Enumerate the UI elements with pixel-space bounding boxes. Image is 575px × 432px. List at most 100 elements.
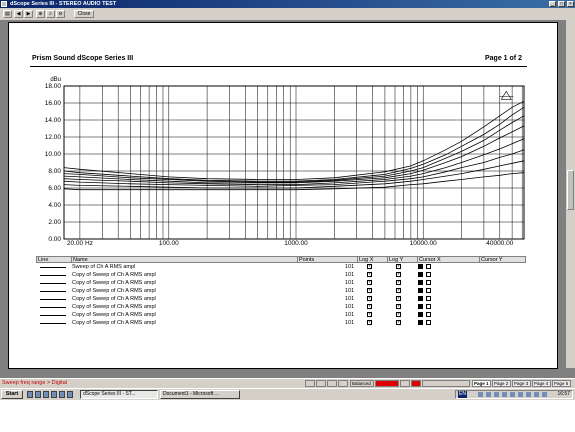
log-y-checkbox[interactable]: ✓ [396,320,401,325]
legend-trace-name: Copy of Sweep of Ch A RMS ampl [72,272,156,278]
log-y-checkbox[interactable]: ✓ [396,296,401,301]
x-tick-label: 10000.00 [410,240,437,247]
cursor-y-checkbox[interactable] [426,320,431,325]
log-y-checkbox[interactable]: ✓ [396,264,401,269]
page-tab[interactable]: Page 3 [512,380,531,387]
tray-icon-6[interactable] [518,392,523,397]
quicklaunch-ie-icon[interactable] [27,391,33,398]
tray-icon-4[interactable] [502,392,507,397]
legend-row[interactable]: Copy of Sweep of Ch A RMS ampl 101 ✓ ✓ [36,319,526,327]
legend-row[interactable]: Copy of Sweep of Ch A RMS ampl 101 ✓ ✓ [36,311,526,319]
log-y-checkbox[interactable]: ✓ [396,272,401,277]
status-indicator-3 [327,380,337,387]
legend-points-value: 101 [345,296,355,302]
taskbar-word-document[interactable]: Document1 - Microsoft ... [160,390,240,399]
cursor-x-checkbox[interactable] [418,296,423,301]
log-x-checkbox[interactable]: ✓ [367,288,372,293]
log-y-checkbox[interactable]: ✓ [396,304,401,309]
legend-trace-name: Copy of Sweep of Ch A RMS ampl [72,304,156,310]
page-tab[interactable]: Page 2 [492,380,511,387]
legend-points-value: 101 [345,320,355,326]
cursor-x-checkbox[interactable] [418,280,423,285]
cursor-x-checkbox[interactable] [418,272,423,277]
tray-icon-3[interactable] [494,392,499,397]
cursor-x-checkbox[interactable] [418,312,423,317]
quicklaunch-outlook-icon[interactable] [35,391,41,398]
log-x-checkbox[interactable]: ✓ [367,296,372,301]
legend-row[interactable]: Copy of Sweep of Ch A RMS ampl 101 ✓ ✓ [36,279,526,287]
legend-row[interactable]: Sweep of Ch A RMS ampl 101 ✓ ✓ [36,263,526,271]
cursor-y-checkbox[interactable] [426,296,431,301]
x-tick-label: 1000.00 [284,240,308,247]
y-axis-label: dBu [50,77,61,83]
y-tick-label: 6.00 [48,185,61,192]
legend-line-sample [40,283,66,284]
status-indicator-2 [316,380,326,387]
x-tick-label: 40000.00 [486,240,513,247]
legend-row[interactable]: Copy of Sweep of Ch A RMS ampl 101 ✓ ✓ [36,287,526,295]
legend-header: Line Name Points Log X Log Y Cursor X Cursor Y [36,256,526,263]
legend-trace-name: Copy of Sweep of Ch A RMS ampl [72,296,156,302]
legend-row[interactable]: Copy of Sweep of Ch A RMS ampl 101 ✓ ✓ [36,271,526,279]
page-tab[interactable]: Page 4 [532,380,551,387]
log-x-checkbox[interactable]: ✓ [367,320,372,325]
status-indicator-6 [411,380,421,387]
tray-icon-5[interactable] [510,392,515,397]
cursor-y-checkbox[interactable] [426,312,431,317]
tray-icon-8[interactable] [534,392,539,397]
log-x-checkbox[interactable]: ✓ [367,280,372,285]
legend-points-value: 101 [345,312,355,318]
status-indicator-1 [305,380,315,387]
tray-icon-1[interactable] [478,392,483,397]
quicklaunch-media-icon[interactable] [51,391,57,398]
y-tick-label: 4.00 [48,202,61,209]
cursor-x-checkbox[interactable] [418,264,423,269]
log-y-checkbox[interactable]: ✓ [396,280,401,285]
cursor-y-checkbox[interactable] [426,264,431,269]
log-y-checkbox[interactable]: ✓ [396,312,401,317]
tray-icon-9[interactable] [542,392,547,397]
log-x-checkbox[interactable]: ✓ [367,264,372,269]
y-tick-label: 0.00 [48,236,61,243]
quicklaunch-excel-icon[interactable] [67,391,73,398]
log-x-checkbox[interactable]: ✓ [367,272,372,277]
quicklaunch-desktop-icon[interactable] [43,391,49,398]
status-message: Sweep freq range > Digital [2,380,67,386]
legend-row[interactable]: Copy of Sweep of Ch A RMS ampl 101 ✓ ✓ [36,303,526,311]
cursor-y-checkbox[interactable] [426,272,431,277]
cursor-x-checkbox[interactable] [418,320,423,325]
legend-trace-name: Sweep of Ch A RMS ampl [72,264,136,270]
tray-icon-2[interactable] [486,392,491,397]
cursor-y-checkbox[interactable] [426,304,431,309]
log-x-checkbox[interactable]: ✓ [367,304,372,309]
status-bar: Sweep freq range > Digital Balanced Page… [0,378,575,388]
cursor-y-checkbox[interactable] [426,280,431,285]
legend-points-value: 101 [345,272,355,278]
page-tab[interactable]: Page 5 [552,380,571,387]
legend-row[interactable]: Copy of Sweep of Ch A RMS ampl 101 ✓ ✓ [36,295,526,303]
cursor-x-checkbox[interactable] [418,304,423,309]
desktop-blank-area [0,400,575,432]
legend-trace-name: Copy of Sweep of Ch A RMS ampl [72,280,156,286]
trace-legend-table: Line Name Points Log X Log Y Cursor X Cursor Y… [36,256,526,327]
mode-indicator: Balanced [350,380,374,387]
log-x-checkbox[interactable]: ✓ [367,312,372,317]
legend-line-sample [40,299,66,300]
legend-trace-name: Copy of Sweep of Ch A RMS ampl [72,288,156,294]
language-indicator[interactable]: EN [458,391,467,398]
y-tick-label: 14.00 [45,117,62,124]
taskbar-dscope[interactable]: dScope Series III - ST... [80,390,158,399]
y-tick-label: 18.00 [45,83,62,90]
x-tick-label: 20.00 Hz [67,240,93,247]
cursor-x-checkbox[interactable] [418,288,423,293]
y-tick-label: 16.00 [45,100,62,107]
page-tab[interactable]: Page 1 [472,380,491,387]
start-button[interactable]: Start [1,390,23,399]
tray-icon-7[interactable] [526,392,531,397]
log-y-checkbox[interactable]: ✓ [396,288,401,293]
quicklaunch-word-icon[interactable] [59,391,65,398]
legend-points-value: 101 [345,264,355,270]
legend-points-value: 101 [345,288,355,294]
cursor-y-checkbox[interactable] [426,288,431,293]
legend-trace-name: Copy of Sweep of Ch A RMS ampl [72,320,156,326]
